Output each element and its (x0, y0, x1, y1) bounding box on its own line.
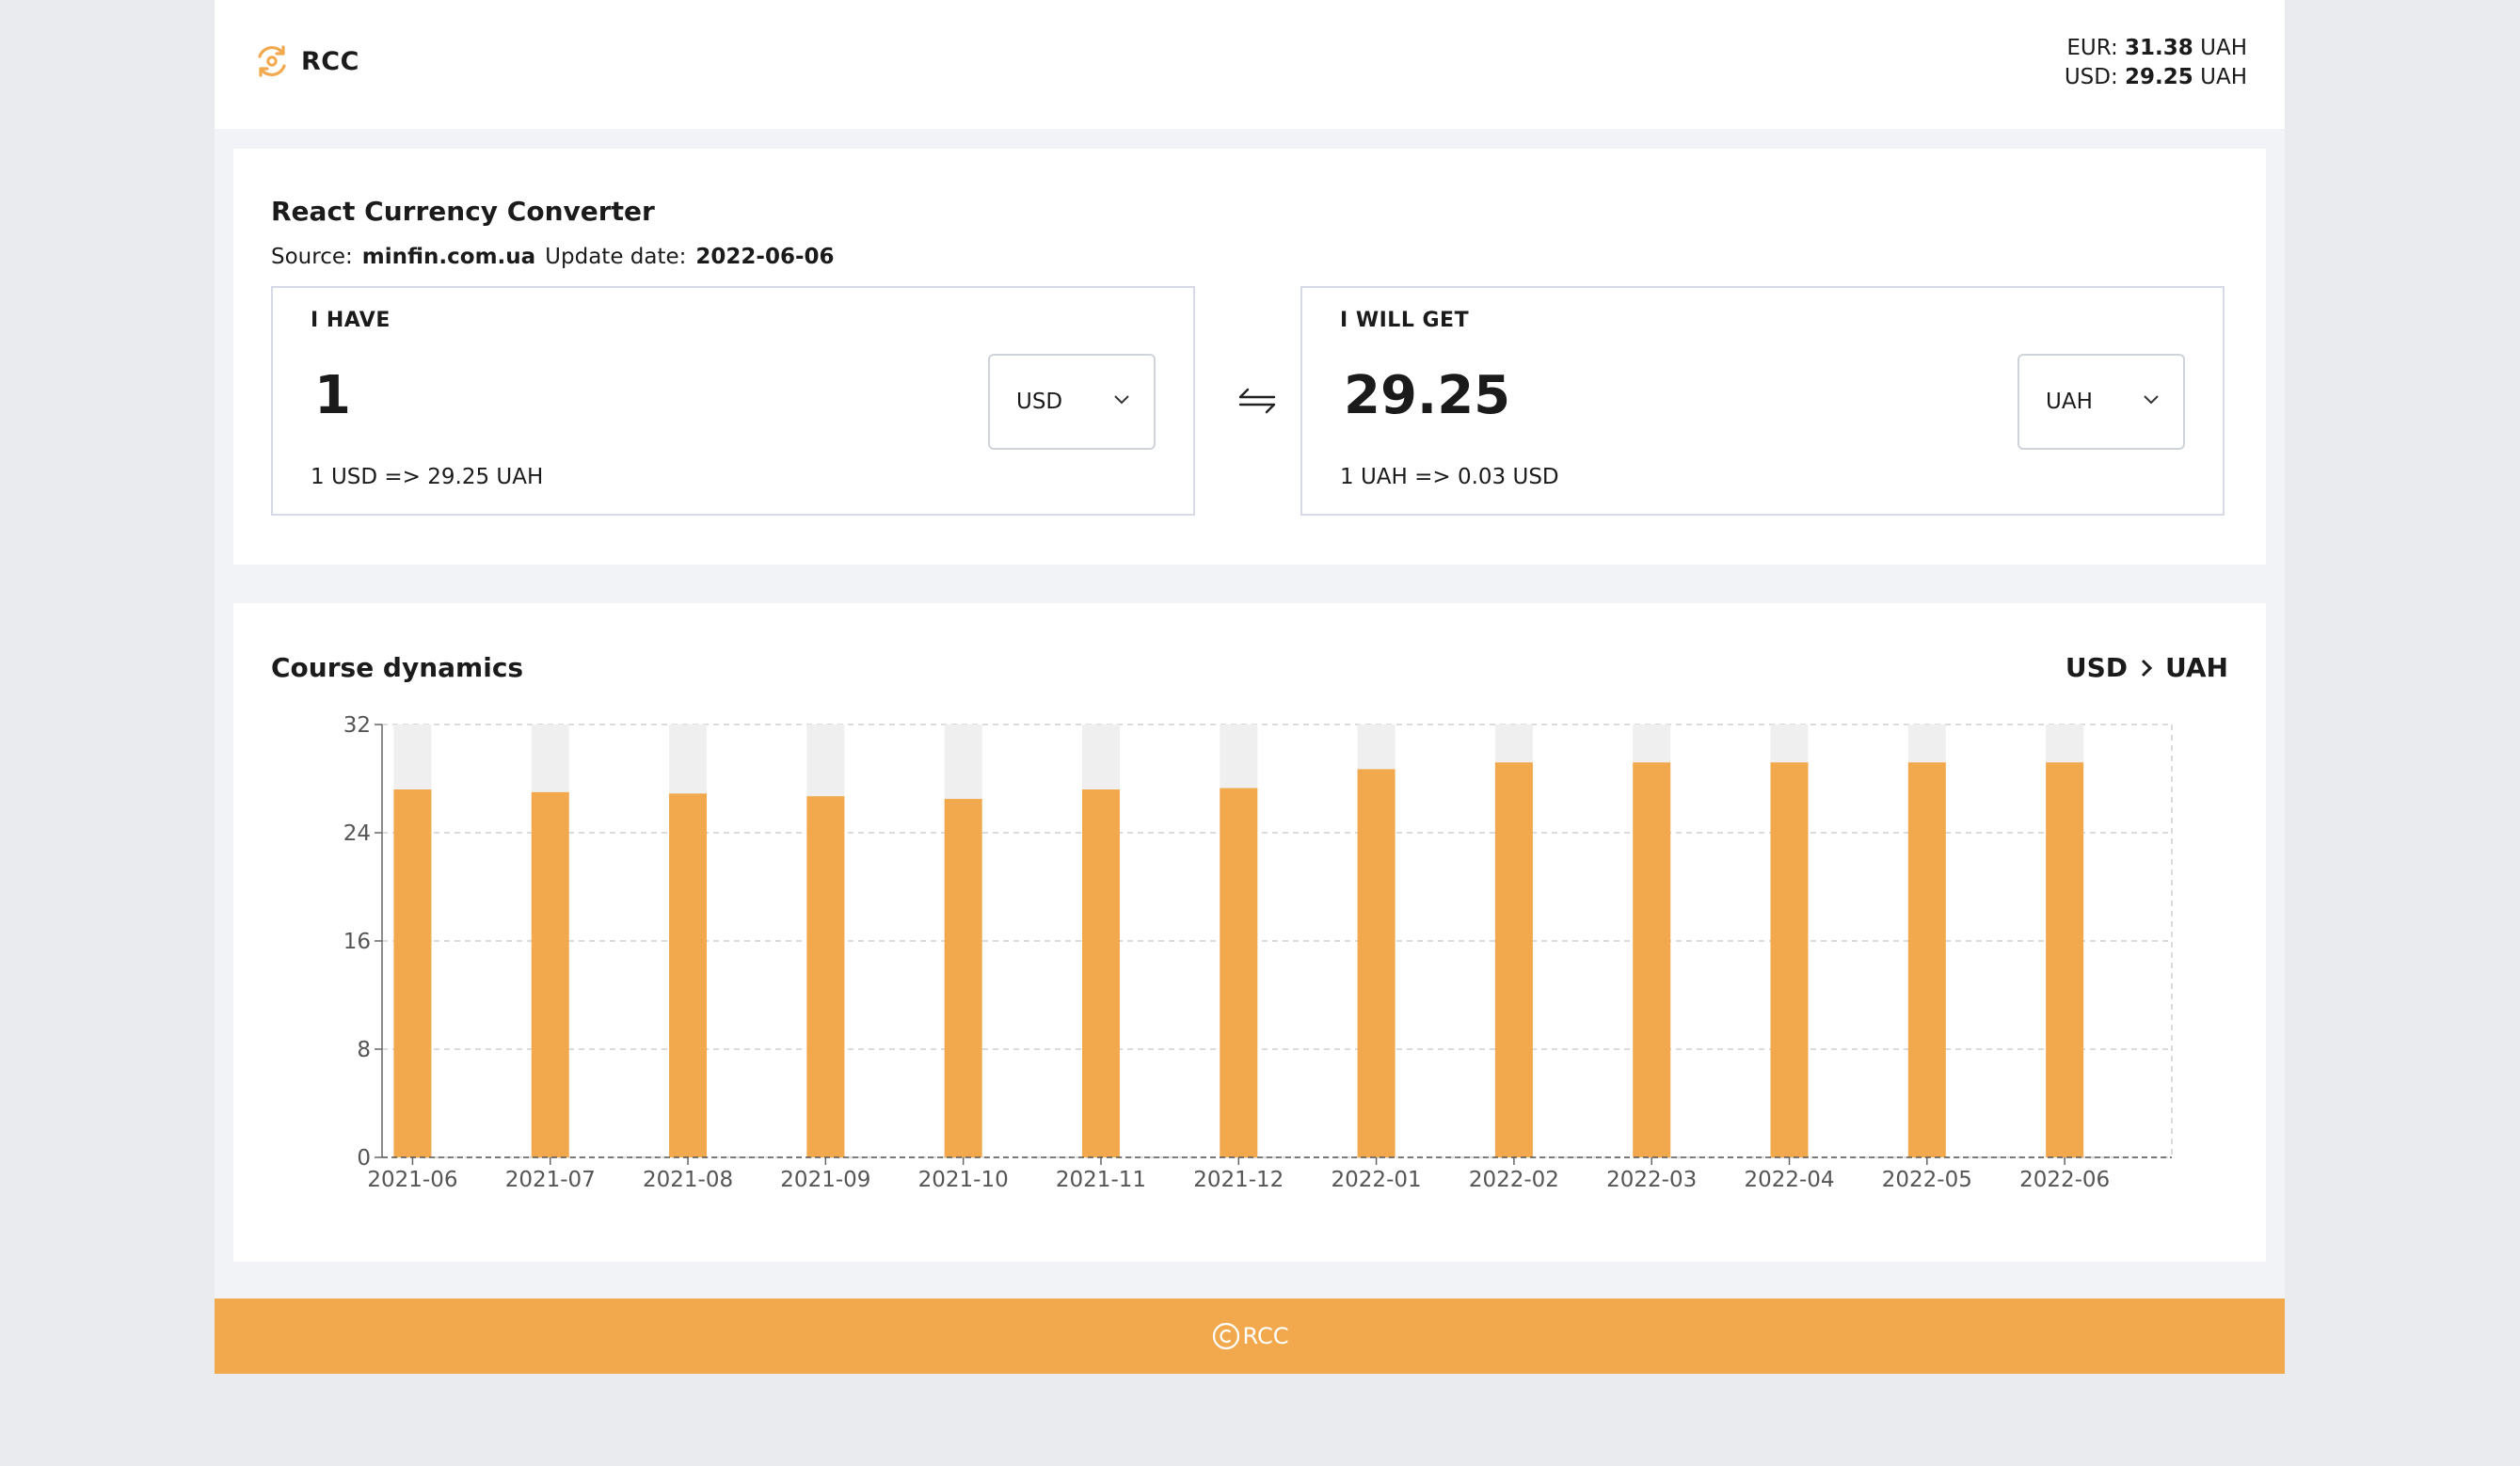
bar (1633, 762, 1671, 1157)
rate-value: 29.25 (2125, 65, 2193, 89)
have-rate-note: 1 USD => 29.25 UAH (311, 465, 544, 489)
bar (1081, 789, 1120, 1157)
x-tick-label: 2022-01 (1332, 1168, 1422, 1192)
x-tick-label: 2021-08 (643, 1168, 733, 1192)
get-label: I WILL GET (1340, 309, 1470, 332)
have-label: I HAVE (311, 309, 391, 332)
source-info: Source: minfin.com.ua Update date: 2022-… (271, 245, 835, 269)
x-tick-label: 2021-09 (780, 1168, 870, 1192)
rate-eur: EUR: 31.38 UAH (2065, 34, 2247, 63)
x-tick-label: 2022-04 (1744, 1168, 1834, 1192)
footer: RCC (215, 1299, 2285, 1374)
logo-text: RCC (301, 46, 359, 76)
app-container: RCC EUR: 31.38 UAH USD: 29.25 UAH React … (215, 0, 2285, 1374)
rate-code: USD: (2064, 65, 2118, 89)
bar (393, 789, 432, 1157)
get-currency-value: UAH (2046, 390, 2093, 414)
converter-title: React Currency Converter (271, 196, 655, 227)
x-tick-label: 2022-05 (1882, 1168, 1972, 1192)
have-currency-select[interactable]: USD (988, 354, 1156, 450)
have-currency-value: USD (1016, 390, 1063, 414)
footer-text: RCC (1242, 1323, 1289, 1349)
get-panel: I WILL GET 29.25 UAH 1 UAH => 0.03 USD (1300, 286, 2225, 516)
x-tick-label: 2021-06 (367, 1168, 457, 1192)
exchange-rates: EUR: 31.38 UAH USD: 29.25 UAH (2065, 34, 2247, 92)
currency-exchange-icon (258, 45, 286, 77)
bar (531, 791, 569, 1157)
x-tick-label: 2021-07 (505, 1168, 596, 1192)
update-label: Update date: (545, 245, 687, 269)
bar (1907, 762, 1946, 1157)
logo[interactable]: RCC (254, 43, 359, 79)
rate-usd: USD: 29.25 UAH (2065, 63, 2247, 92)
converter-card: React Currency Converter Source: minfin.… (233, 149, 2266, 565)
x-tick-label: 2022-02 (1469, 1168, 1559, 1192)
rate-value: 31.38 (2125, 36, 2193, 60)
bar (1357, 769, 1396, 1157)
chevron-down-icon (1114, 395, 1129, 405)
x-tick-label: 2021-10 (918, 1168, 1009, 1192)
x-tick-label: 2022-03 (1606, 1168, 1697, 1192)
y-tick-label: 32 (343, 713, 371, 738)
update-value: 2022-06-06 (695, 245, 835, 269)
chart-card: Course dynamics USD UAH 0 8 16 24 32 2021-06 2… (233, 603, 2266, 1262)
course-chart: 081624322021-06 2021-07 2021-08 2021-09 2021… (343, 713, 2173, 1192)
bar (1220, 788, 1258, 1157)
chevron-down-icon (2144, 395, 2159, 405)
x-tick-label: 2022-06 (2019, 1168, 2110, 1192)
header: RCC EUR: 31.38 UAH USD: 29.25 UAH (215, 0, 2285, 129)
source-label: Source: (271, 245, 353, 269)
bar (1494, 762, 1533, 1157)
x-tick-label: 2021-12 (1193, 1168, 1284, 1192)
get-rate-note: 1 UAH => 0.03 USD (1340, 465, 1559, 489)
bar (2046, 762, 2084, 1157)
rate-code: EUR: (2066, 36, 2118, 60)
get-amount-output[interactable]: 29.25 (1344, 365, 1510, 426)
have-panel: I HAVE 1 USD 1 USD => 29.25 UAH (271, 286, 1195, 516)
have-amount-input[interactable]: 1 (314, 365, 351, 426)
rate-unit: UAH (2200, 65, 2247, 89)
bar (944, 799, 982, 1157)
source-value: minfin.com.ua (361, 245, 536, 269)
rate-unit: UAH (2200, 36, 2247, 60)
bar (806, 796, 845, 1157)
swap-arrows-icon[interactable] (1236, 384, 1278, 418)
bar (669, 793, 708, 1157)
y-tick-label: 16 (343, 930, 371, 954)
get-currency-select[interactable]: UAH (2018, 354, 2185, 450)
y-tick-label: 8 (357, 1038, 371, 1062)
copyright-icon (1212, 1322, 1239, 1350)
bar (1770, 762, 1809, 1157)
x-tick-label: 2021-11 (1056, 1168, 1146, 1192)
y-tick-label: 24 (343, 821, 371, 846)
